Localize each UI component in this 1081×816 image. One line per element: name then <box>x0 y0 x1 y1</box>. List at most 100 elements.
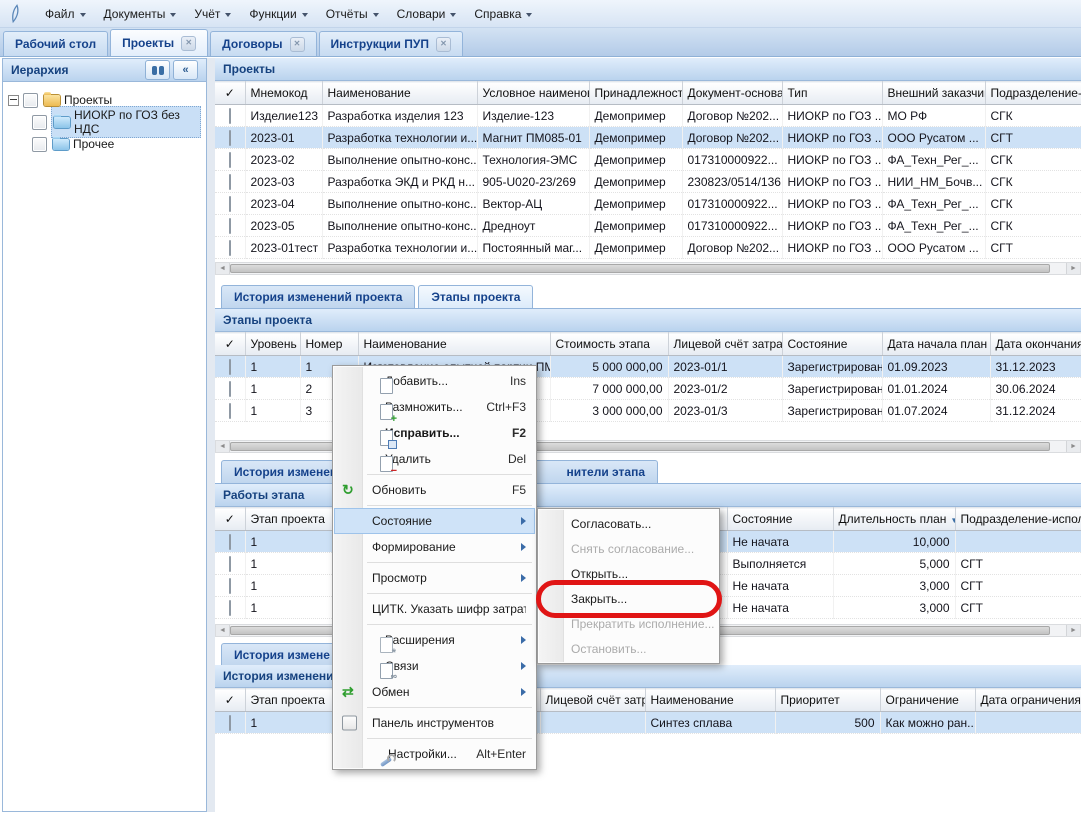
column-header[interactable]: Внешний заказчик <box>882 82 985 105</box>
column-header[interactable]: Принадлежность <box>589 82 682 105</box>
menu-file[interactable]: Файл <box>36 3 95 25</box>
scrollbar-thumb[interactable] <box>230 264 1050 273</box>
scroll-right-icon[interactable]: ► <box>1066 441 1080 452</box>
row-checkbox[interactable] <box>229 218 231 234</box>
menu-item[interactable]: Панель инструментов <box>334 710 535 736</box>
menu-item[interactable]: ЦИТК. Указать шифр затрат... <box>334 596 535 622</box>
column-header[interactable]: Условное наименова <box>477 82 589 105</box>
check-column-header[interactable]: ✓ <box>215 333 245 356</box>
column-header[interactable]: Лицевой счёт затр <box>540 689 645 712</box>
menu-item[interactable]: Просмотр <box>334 565 535 591</box>
column-header[interactable]: Дата окончания п <box>990 333 1081 356</box>
table-row[interactable]: 2023-03Разработка ЭКД и РКД н...905-U020… <box>215 171 1081 193</box>
column-header[interactable]: Уровень <box>245 333 300 356</box>
row-checkbox[interactable] <box>229 240 231 256</box>
sidebar-splitter[interactable] <box>207 58 215 812</box>
menu-help[interactable]: Справка <box>465 3 541 25</box>
column-header[interactable]: Наименование <box>358 333 550 356</box>
column-header[interactable]: Приоритет <box>775 689 880 712</box>
menu-item[interactable]: Связи <box>334 653 535 679</box>
tab-contracts[interactable]: Договоры✕ <box>210 31 316 56</box>
menu-item[interactable]: ↻ОбновитьF5 <box>334 477 535 503</box>
submenu-item[interactable]: Согласовать... <box>539 511 718 536</box>
column-header[interactable]: Состояние <box>782 333 882 356</box>
scroll-left-icon[interactable]: ◄ <box>216 441 230 452</box>
menu-dictionaries[interactable]: Словари <box>388 3 466 25</box>
collapse-sidebar-button[interactable]: « <box>173 60 198 80</box>
tree-checkbox[interactable] <box>32 115 47 130</box>
column-header[interactable]: Лицевой счёт затрат. <box>668 333 782 356</box>
column-header[interactable]: Тип <box>782 82 882 105</box>
projects-horizontal-scrollbar[interactable]: ◄ ► <box>215 262 1081 275</box>
menu-item[interactable]: Настройки...Alt+Enter <box>334 741 535 767</box>
row-checkbox[interactable] <box>229 359 231 375</box>
column-header[interactable]: Дата начала план <box>882 333 990 356</box>
row-checkbox[interactable] <box>229 152 231 168</box>
menu-documents[interactable]: Документы <box>95 3 186 25</box>
table-row[interactable]: 2023-01Разработка технологии и...Магнит … <box>215 127 1081 149</box>
table-row[interactable]: 2023-01тестРазработка технологии и...Пос… <box>215 237 1081 259</box>
table-row[interactable]: 2023-05Выполнение опытно-конс...Дредноут… <box>215 215 1081 237</box>
menu-reports[interactable]: Отчёты <box>317 3 388 25</box>
column-header[interactable]: Документ-основан <box>682 82 782 105</box>
menu-functions[interactable]: Функции <box>240 3 316 25</box>
tree-checkbox[interactable] <box>32 137 47 152</box>
column-header[interactable]: Дата ограничения <box>975 689 1081 712</box>
row-checkbox[interactable] <box>229 534 231 550</box>
menu-accounting[interactable]: Учёт <box>185 3 240 25</box>
tab-projects[interactable]: Проекты✕ <box>110 29 208 56</box>
tab-instructions[interactable]: Инструкции ПУП✕ <box>319 31 463 56</box>
tab-project-history[interactable]: История изменений проекта <box>221 285 415 308</box>
tree-node-niokr[interactable]: НИОКР по ГОЗ без НДС <box>8 111 201 133</box>
row-checkbox[interactable] <box>229 196 231 212</box>
menu-item[interactable]: УдалитьDel <box>334 446 535 472</box>
table-cell: Разработка ЭКД и РКД н... <box>322 171 477 193</box>
check-column-header[interactable]: ✓ <box>215 508 245 531</box>
row-checkbox[interactable] <box>229 108 231 124</box>
menu-item[interactable]: Состояние <box>334 508 535 534</box>
column-header[interactable]: Этап проекта <box>245 508 342 531</box>
column-header[interactable]: Наименование <box>645 689 775 712</box>
column-header[interactable]: Этап проекта <box>245 689 342 712</box>
table-row[interactable]: 2023-04Выполнение опытно-конс...Вектор-А… <box>215 193 1081 215</box>
row-checkbox[interactable] <box>229 715 231 731</box>
column-header[interactable]: Подразделение-исполн <box>955 508 1081 531</box>
close-tab-icon[interactable]: ✕ <box>181 36 196 51</box>
column-header[interactable]: Состояние <box>727 508 833 531</box>
scroll-right-icon[interactable]: ► <box>1066 625 1080 636</box>
table-row[interactable]: Изделие123Разработка изделия 123Изделие-… <box>215 105 1081 127</box>
column-header[interactable]: Номер <box>300 333 358 356</box>
row-checkbox[interactable] <box>229 556 231 572</box>
tree-checkbox[interactable] <box>23 93 38 108</box>
tab-project-stages[interactable]: Этапы проекта <box>418 285 533 308</box>
menu-item[interactable]: Исправить...F2 <box>334 420 535 446</box>
tab-desktop[interactable]: Рабочий стол <box>3 31 108 56</box>
menu-item[interactable]: Расширения <box>334 627 535 653</box>
row-checkbox[interactable] <box>229 578 231 594</box>
row-checkbox[interactable] <box>229 600 231 616</box>
menu-item[interactable]: ⇄Обмен <box>334 679 535 705</box>
column-header[interactable]: Подразделение-от <box>985 82 1081 105</box>
column-header[interactable]: Ограничение <box>880 689 975 712</box>
column-header[interactable]: Мнемокод <box>245 82 322 105</box>
menu-item[interactable]: Добавить...Ins <box>334 368 535 394</box>
row-checkbox[interactable] <box>229 174 231 190</box>
collapse-node-icon[interactable] <box>8 95 19 106</box>
table-row[interactable]: 2023-02Выполнение опытно-конс...Технолог… <box>215 149 1081 171</box>
close-tab-icon[interactable]: ✕ <box>290 37 305 52</box>
row-checkbox[interactable] <box>229 381 231 397</box>
column-header[interactable]: Длительность план▼ <box>833 508 955 531</box>
menu-item[interactable]: Формирование <box>334 534 535 560</box>
scroll-right-icon[interactable]: ► <box>1066 263 1080 274</box>
check-column-header[interactable]: ✓ <box>215 689 245 712</box>
scroll-left-icon[interactable]: ◄ <box>216 263 230 274</box>
close-tab-icon[interactable]: ✕ <box>436 37 451 52</box>
column-header[interactable]: Наименование <box>322 82 477 105</box>
search-button[interactable] <box>145 60 170 80</box>
column-header[interactable]: Стоимость этапа <box>550 333 668 356</box>
menu-item[interactable]: Размножить...Ctrl+F3 <box>334 394 535 420</box>
scroll-left-icon[interactable]: ◄ <box>216 625 230 636</box>
row-checkbox[interactable] <box>229 403 231 419</box>
check-column-header[interactable]: ✓ <box>215 82 245 105</box>
row-checkbox[interactable] <box>229 130 231 146</box>
